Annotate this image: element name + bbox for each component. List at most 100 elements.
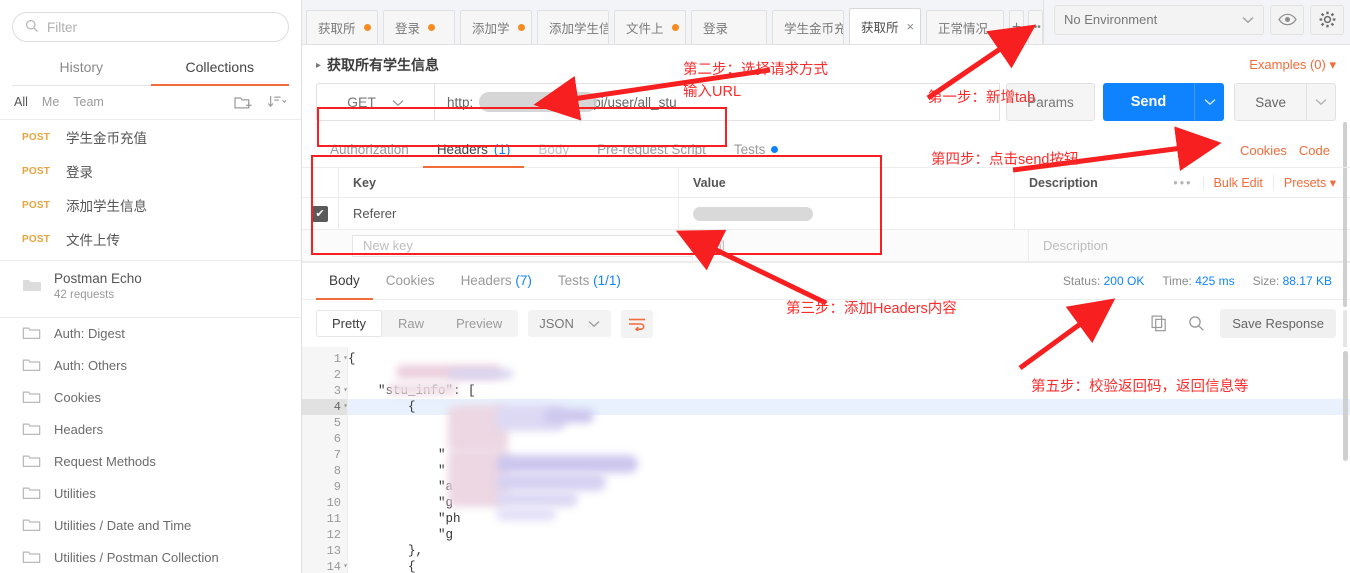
send-options-caret-icon[interactable] <box>1194 83 1225 121</box>
cookies-link[interactable]: Cookies <box>1234 143 1293 158</box>
response-code-text[interactable]: { "stu_info": [ { " " "a "g <box>348 347 1350 573</box>
expand-caret-icon[interactable]: ▸ <box>316 60 321 71</box>
row-key[interactable]: Referer <box>338 198 678 229</box>
save-group: Save <box>1234 83 1336 121</box>
view-mode-pretty[interactable]: Pretty <box>316 310 382 337</box>
sidebar-tabs: History Collections <box>12 50 289 86</box>
send-button[interactable]: Send <box>1102 83 1195 121</box>
tab-authorization[interactable]: Authorization <box>316 133 423 168</box>
sidebar-folder-request-methods[interactable]: Request Methods <box>0 446 301 478</box>
save-options-caret-icon[interactable] <box>1306 83 1336 121</box>
list-item[interactable]: POST 学生金币充值 <box>0 120 301 154</box>
page-title: 获取所有学生信息 <box>327 57 440 73</box>
sidebar-folder-utilities-postman-collection[interactable]: Utilities / Postman Collection <box>0 542 301 573</box>
save-button[interactable]: Save <box>1234 83 1306 121</box>
tab-response-body[interactable]: Body <box>316 263 373 300</box>
tab-label: Tests <box>733 142 766 157</box>
response-format-selector[interactable]: JSON <box>528 310 611 337</box>
request-tab-2[interactable]: 添加学 <box>460 10 532 44</box>
row-value[interactable] <box>678 198 1014 229</box>
bulk-edit-button[interactable]: Bulk Edit <box>1202 175 1273 190</box>
method-selector[interactable]: GET <box>316 83 434 121</box>
tab-label: 添加学 <box>472 22 510 36</box>
request-tab-5[interactable]: 登录 <box>691 10 767 44</box>
sidebar-folder-utilities[interactable]: Utilities <box>0 478 301 510</box>
table-new-row[interactable]: New key Val Description <box>302 230 1350 262</box>
eye-icon[interactable] <box>1270 4 1304 35</box>
tab-body[interactable]: Body <box>524 133 583 168</box>
sidebar-folder-headers[interactable]: Headers <box>0 414 301 446</box>
search-input[interactable]: Filter <box>12 12 289 42</box>
gear-icon[interactable] <box>1310 4 1344 35</box>
request-tab-3[interactable]: 添加学生信息 <box>537 10 609 44</box>
sidebar-folder-utilities-date-and-time[interactable]: Utilities / Date and Time <box>0 510 301 542</box>
new-tab-button[interactable]: + <box>1009 10 1024 44</box>
code-scrollbar[interactable] <box>1343 351 1348 461</box>
folder-label: Auth: Others <box>54 358 127 374</box>
request-tab-0[interactable]: 获取所 <box>306 10 378 44</box>
examples-dropdown[interactable]: Examples (0) ▾ <box>1249 57 1336 73</box>
params-button[interactable]: Params <box>1006 83 1095 121</box>
list-item[interactable]: POST 登录 <box>0 154 301 188</box>
save-response-button[interactable]: Save Response <box>1220 309 1336 338</box>
table-more-button[interactable]: ••• <box>1163 176 1202 190</box>
tab-response-tests[interactable]: Tests (1/1) <box>545 263 634 300</box>
tab-label: Body <box>329 273 360 288</box>
scope-team[interactable]: Team <box>73 95 104 109</box>
view-mode-raw[interactable]: Raw <box>382 310 440 337</box>
unsaved-dot-icon <box>363 24 371 31</box>
collection-item-postman-echo[interactable]: Postman Echo 42 requests <box>0 261 301 313</box>
size-value: 88.17 KB <box>1282 274 1332 288</box>
chevron-down-icon <box>392 94 404 110</box>
sidebar-folder-auth-digest[interactable]: Auth: Digest <box>0 318 301 350</box>
time-badge: Time: 425 ms <box>1162 274 1234 288</box>
response-body-editor[interactable]: 1 ▾ 2 3 ▾ 4 ▾ 5 6 7 8 9 10 11 12 13 14 ▾ { <box>302 347 1350 573</box>
tab-pre-request-script[interactable]: Pre-request Script <box>583 133 720 168</box>
sort-icon[interactable] <box>267 94 287 110</box>
column-description-label: Description <box>1029 175 1098 190</box>
code-line: "g <box>348 528 454 542</box>
code-line: { <box>348 560 416 573</box>
url-prefix: http: <box>447 94 474 110</box>
copy-icon[interactable] <box>1146 315 1173 332</box>
close-icon[interactable]: × <box>907 19 915 34</box>
request-tab-8[interactable]: 正常情况 <box>926 10 1004 44</box>
list-item[interactable]: POST 添加学生信息 <box>0 188 301 222</box>
url-input[interactable]: http: pi/user/all_stu <box>434 83 1001 121</box>
tab-collections[interactable]: Collections <box>150 50 289 86</box>
redaction-blur <box>388 383 458 395</box>
search-icon[interactable] <box>1183 315 1210 332</box>
view-mode-preview[interactable]: Preview <box>440 310 518 337</box>
new-folder-icon[interactable] <box>234 94 253 110</box>
tab-history[interactable]: History <box>12 50 151 86</box>
row-checkbox[interactable]: ✔ <box>312 205 328 222</box>
code-line: }, <box>348 544 424 558</box>
request-tab-7[interactable]: 获取所 × <box>849 8 921 44</box>
request-tab-1[interactable]: 登录 <box>383 10 455 44</box>
table-row[interactable]: ✔ Referer <box>302 198 1350 230</box>
request-tab-6[interactable]: 学生金币充值 <box>772 10 844 44</box>
new-key-input[interactable]: New key <box>352 234 692 257</box>
tab-response-headers[interactable]: Headers (7) <box>448 263 545 300</box>
tab-label: Pre-request Script <box>597 142 706 157</box>
new-desc-input[interactable]: Description <box>1028 230 1350 261</box>
request-tab-4[interactable]: 文件上 <box>614 10 686 44</box>
new-value-input[interactable]: Val <box>692 230 1028 261</box>
folder-label: Utilities <box>54 486 96 502</box>
word-wrap-icon[interactable] <box>620 309 653 338</box>
tab-tests[interactable]: Tests <box>720 133 793 168</box>
scope-all[interactable]: All <box>14 95 28 109</box>
url-blur-overlay <box>479 92 597 112</box>
row-description[interactable] <box>1014 198 1350 229</box>
scope-me[interactable]: Me <box>42 95 59 109</box>
environment-selector[interactable]: No Environment <box>1054 4 1264 35</box>
presets-button[interactable]: Presets ▾ <box>1272 175 1344 190</box>
code-link[interactable]: Code <box>1293 143 1336 158</box>
tab-headers[interactable]: Headers (1) <box>422 133 525 168</box>
tabbar-right: No Environment <box>1043 0 1350 44</box>
sidebar-folder-auth-others[interactable]: Auth: Others <box>0 350 301 382</box>
sidebar-folder-cookies[interactable]: Cookies <box>0 382 301 414</box>
list-item[interactable]: POST 文件上传 <box>0 222 301 256</box>
tab-more-button[interactable]: ••• <box>1028 10 1043 44</box>
tab-response-cookies[interactable]: Cookies <box>373 263 448 300</box>
